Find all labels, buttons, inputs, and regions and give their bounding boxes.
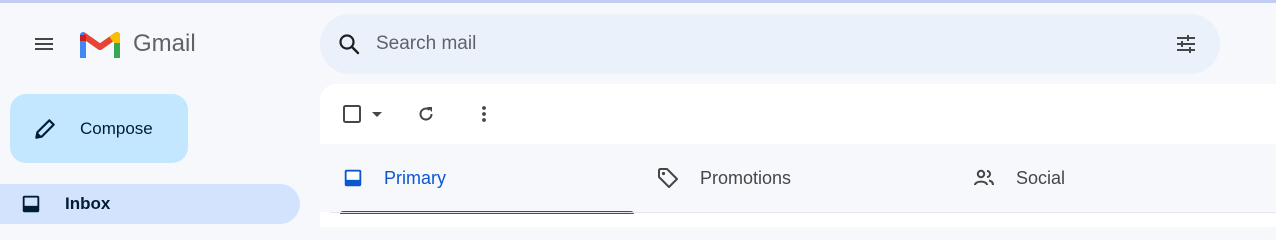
top-border: [0, 0, 1276, 3]
people-icon: [974, 169, 994, 186]
gmail-logo[interactable]: Gmail: [80, 28, 196, 60]
search-bar[interactable]: [320, 14, 1220, 74]
tabs-divider: [330, 212, 1276, 213]
sidebar-item-inbox[interactable]: Inbox: [0, 184, 300, 224]
tab-promotions[interactable]: Promotions: [646, 144, 946, 212]
compose-label: Compose: [80, 118, 153, 138]
tab-label: Primary: [384, 167, 446, 188]
app-name: Gmail: [133, 30, 196, 57]
search-icon[interactable]: [337, 32, 361, 56]
hamburger-menu-icon: [35, 38, 53, 50]
refresh-icon: [419, 107, 433, 121]
select-all-checkbox[interactable]: [342, 102, 362, 126]
pencil-icon: [35, 118, 55, 139]
inbox-icon: [22, 195, 40, 213]
dropdown-arrow-icon: [372, 112, 382, 117]
gmail-m-logo-icon: [80, 32, 120, 58]
search-input[interactable]: [374, 32, 1138, 56]
more-options-button[interactable]: [474, 102, 494, 126]
category-tabs: Primary Promotions Social: [320, 144, 1276, 214]
compose-button[interactable]: Compose: [10, 94, 188, 163]
sidebar-item-label: Inbox: [65, 194, 111, 213]
main-menu-button[interactable]: [22, 22, 66, 66]
tab-label: Social: [1016, 167, 1066, 188]
tag-icon: [658, 168, 678, 188]
refresh-button[interactable]: [416, 102, 436, 126]
select-checkbox-icon: [343, 105, 361, 123]
select-dropdown[interactable]: [370, 102, 384, 126]
filter-options-icon[interactable]: [1174, 32, 1198, 56]
tab-primary[interactable]: Primary: [330, 144, 634, 214]
mail-list-panel: Primary Promotions Social: [320, 84, 1276, 227]
tab-label: Promotions: [700, 167, 792, 188]
more-vert-icon: [482, 106, 486, 122]
inbox-icon: [344, 169, 362, 187]
tab-social[interactable]: Social: [962, 144, 1262, 212]
